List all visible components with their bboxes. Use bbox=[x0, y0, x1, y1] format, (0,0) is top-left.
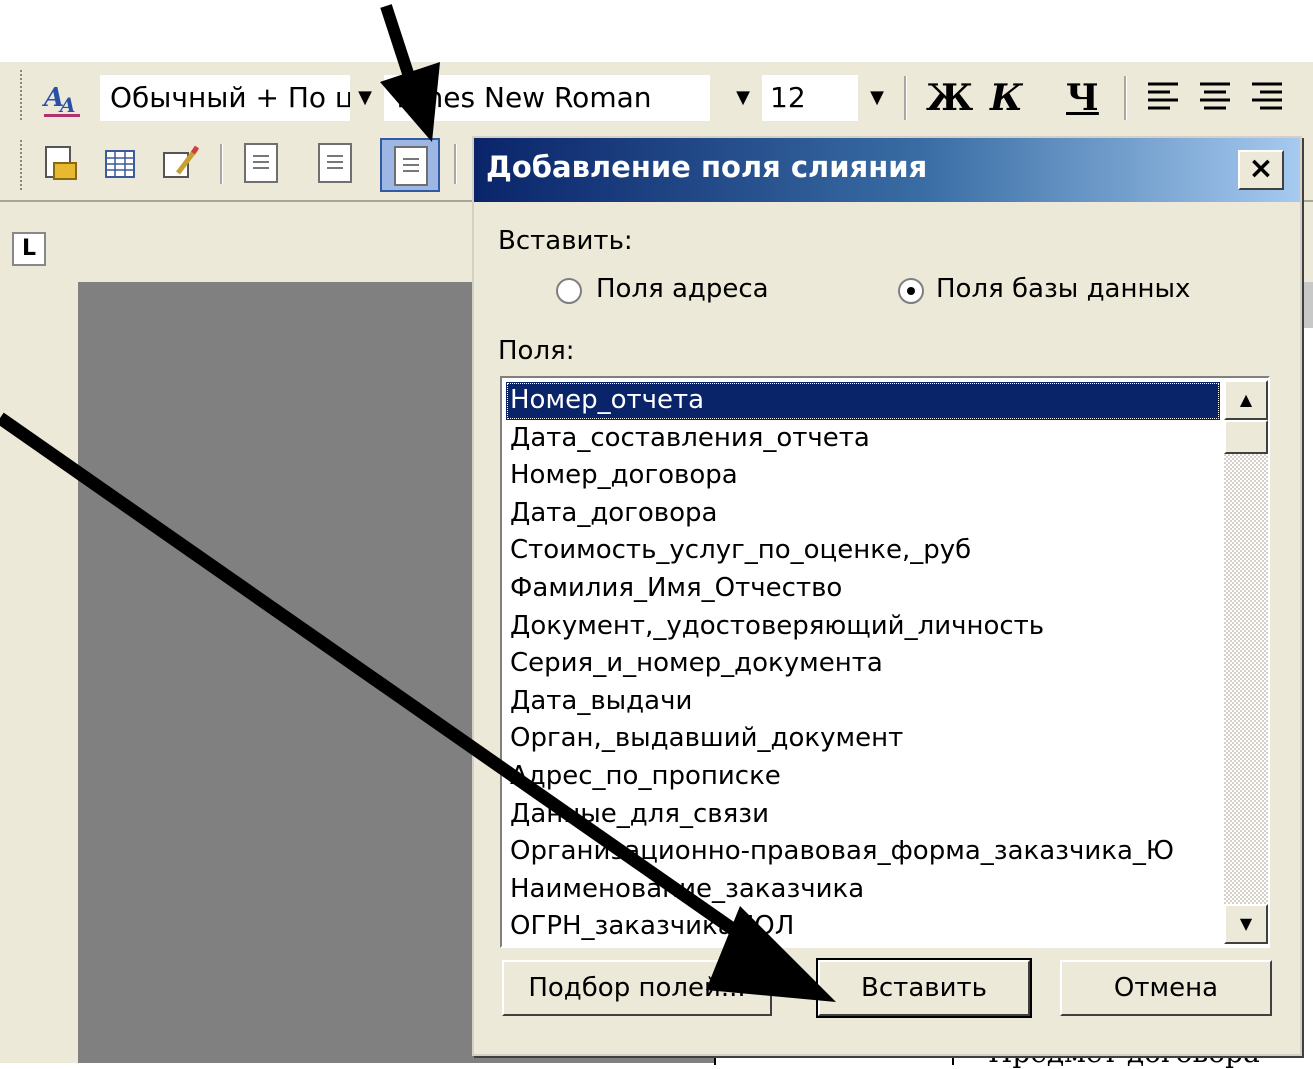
font-combo[interactable]: Times New Roman bbox=[384, 75, 710, 121]
styles-icon[interactable]: A A bbox=[40, 76, 84, 120]
field-list-item[interactable]: Номер_отчета bbox=[506, 382, 1220, 420]
field-list-item[interactable]: Организационно-правовая_форма_заказчика_… bbox=[506, 833, 1220, 871]
scroll-thumb[interactable] bbox=[1224, 420, 1268, 454]
style-dropdown-button[interactable]: ▼ bbox=[350, 75, 380, 121]
open-data-source-icon[interactable] bbox=[100, 143, 140, 183]
font-dropdown-button[interactable]: ▼ bbox=[728, 75, 758, 121]
font-size-dropdown-button[interactable]: ▼ bbox=[862, 75, 892, 121]
style-combo[interactable]: Обычный + По ц bbox=[100, 75, 370, 121]
toolbar-grip[interactable] bbox=[20, 140, 26, 190]
main-document-setup-icon[interactable] bbox=[40, 143, 80, 183]
field-list-item[interactable]: Стоимость_услуг_по_оценке,_руб bbox=[506, 532, 1220, 570]
vertical-ruler-area bbox=[0, 202, 78, 1063]
toolbar-separator bbox=[904, 76, 907, 120]
toolbar-separator bbox=[454, 144, 457, 184]
field-list-item[interactable]: Фамилия_Имя_Отчество bbox=[506, 570, 1220, 608]
radio-database-fields[interactable] bbox=[898, 278, 924, 304]
field-list-item[interactable]: Данные_для_связи bbox=[506, 796, 1220, 834]
align-center-icon[interactable] bbox=[1198, 80, 1232, 116]
underline-button[interactable]: Ч bbox=[1066, 74, 1099, 122]
insert-greeting-line-icon[interactable] bbox=[318, 143, 352, 183]
svg-text:A: A bbox=[58, 93, 76, 117]
align-right-icon[interactable] bbox=[1250, 80, 1284, 116]
toolbar-separator bbox=[1124, 76, 1127, 120]
match-fields-button[interactable]: Подбор полей... bbox=[502, 960, 772, 1016]
dialog-titlebar[interactable]: Добавление поля слияния × bbox=[474, 138, 1300, 202]
field-list-item[interactable]: Наименование_заказчика bbox=[506, 871, 1220, 909]
fields-listbox[interactable]: Номер_отчета Дата_составления_отчета Номер… bbox=[500, 376, 1270, 948]
close-button[interactable]: × bbox=[1238, 150, 1284, 190]
radio-database-label[interactable]: Поля базы данных bbox=[936, 274, 1190, 304]
field-list-item[interactable]: Орган,_выдавший_документ bbox=[506, 720, 1220, 758]
field-list-item[interactable]: Адрес_по_прописке bbox=[506, 758, 1220, 796]
scroll-up-button[interactable]: ▲ bbox=[1224, 380, 1268, 420]
insert-merge-fields-button[interactable] bbox=[380, 138, 440, 192]
fields-list: Номер_отчета Дата_составления_отчета Номер… bbox=[506, 382, 1220, 946]
toolbar-grip[interactable] bbox=[20, 70, 26, 120]
fields-scrollbar[interactable]: ▲ ▼ bbox=[1224, 380, 1268, 944]
field-list-item[interactable]: Номер_договора bbox=[506, 457, 1220, 495]
scroll-down-button[interactable]: ▼ bbox=[1224, 904, 1268, 944]
bold-button[interactable]: Ж bbox=[926, 74, 973, 122]
insert-address-block-icon[interactable] bbox=[244, 143, 278, 183]
insert-merge-fields-icon bbox=[394, 146, 428, 186]
fields-label: Поля: bbox=[498, 336, 575, 366]
field-list-item[interactable]: ОГРН_заказчика_ЮЛ bbox=[506, 908, 1220, 946]
field-list-item[interactable]: Документ,_удостоверяющий_личность bbox=[506, 608, 1220, 646]
italic-button[interactable]: К bbox=[990, 74, 1023, 122]
cancel-button[interactable]: Отмена bbox=[1060, 960, 1272, 1016]
tab-selector-button[interactable]: L bbox=[12, 232, 46, 266]
align-left-icon[interactable] bbox=[1146, 80, 1180, 116]
radio-address-fields[interactable] bbox=[556, 278, 582, 304]
field-list-item[interactable]: Дата_договора bbox=[506, 495, 1220, 533]
dialog-title: Добавление поля слияния bbox=[486, 150, 928, 184]
toolbar-separator bbox=[220, 144, 223, 184]
mail-merge-recipients-icon[interactable] bbox=[160, 143, 200, 183]
insert-label: Вставить: bbox=[498, 226, 633, 256]
field-list-item[interactable]: Серия_и_номер_документа bbox=[506, 645, 1220, 683]
radio-address-label[interactable]: Поля адреса bbox=[596, 274, 769, 304]
font-size-combo[interactable]: 12 bbox=[762, 75, 858, 121]
field-list-item[interactable]: Дата_составления_отчета bbox=[506, 420, 1220, 458]
field-list-item[interactable]: Дата_выдачи bbox=[506, 683, 1220, 721]
insert-button[interactable]: Вставить bbox=[816, 958, 1032, 1018]
insert-merge-field-dialog: Добавление поля слияния × Вставить: Поля… bbox=[472, 136, 1302, 1056]
